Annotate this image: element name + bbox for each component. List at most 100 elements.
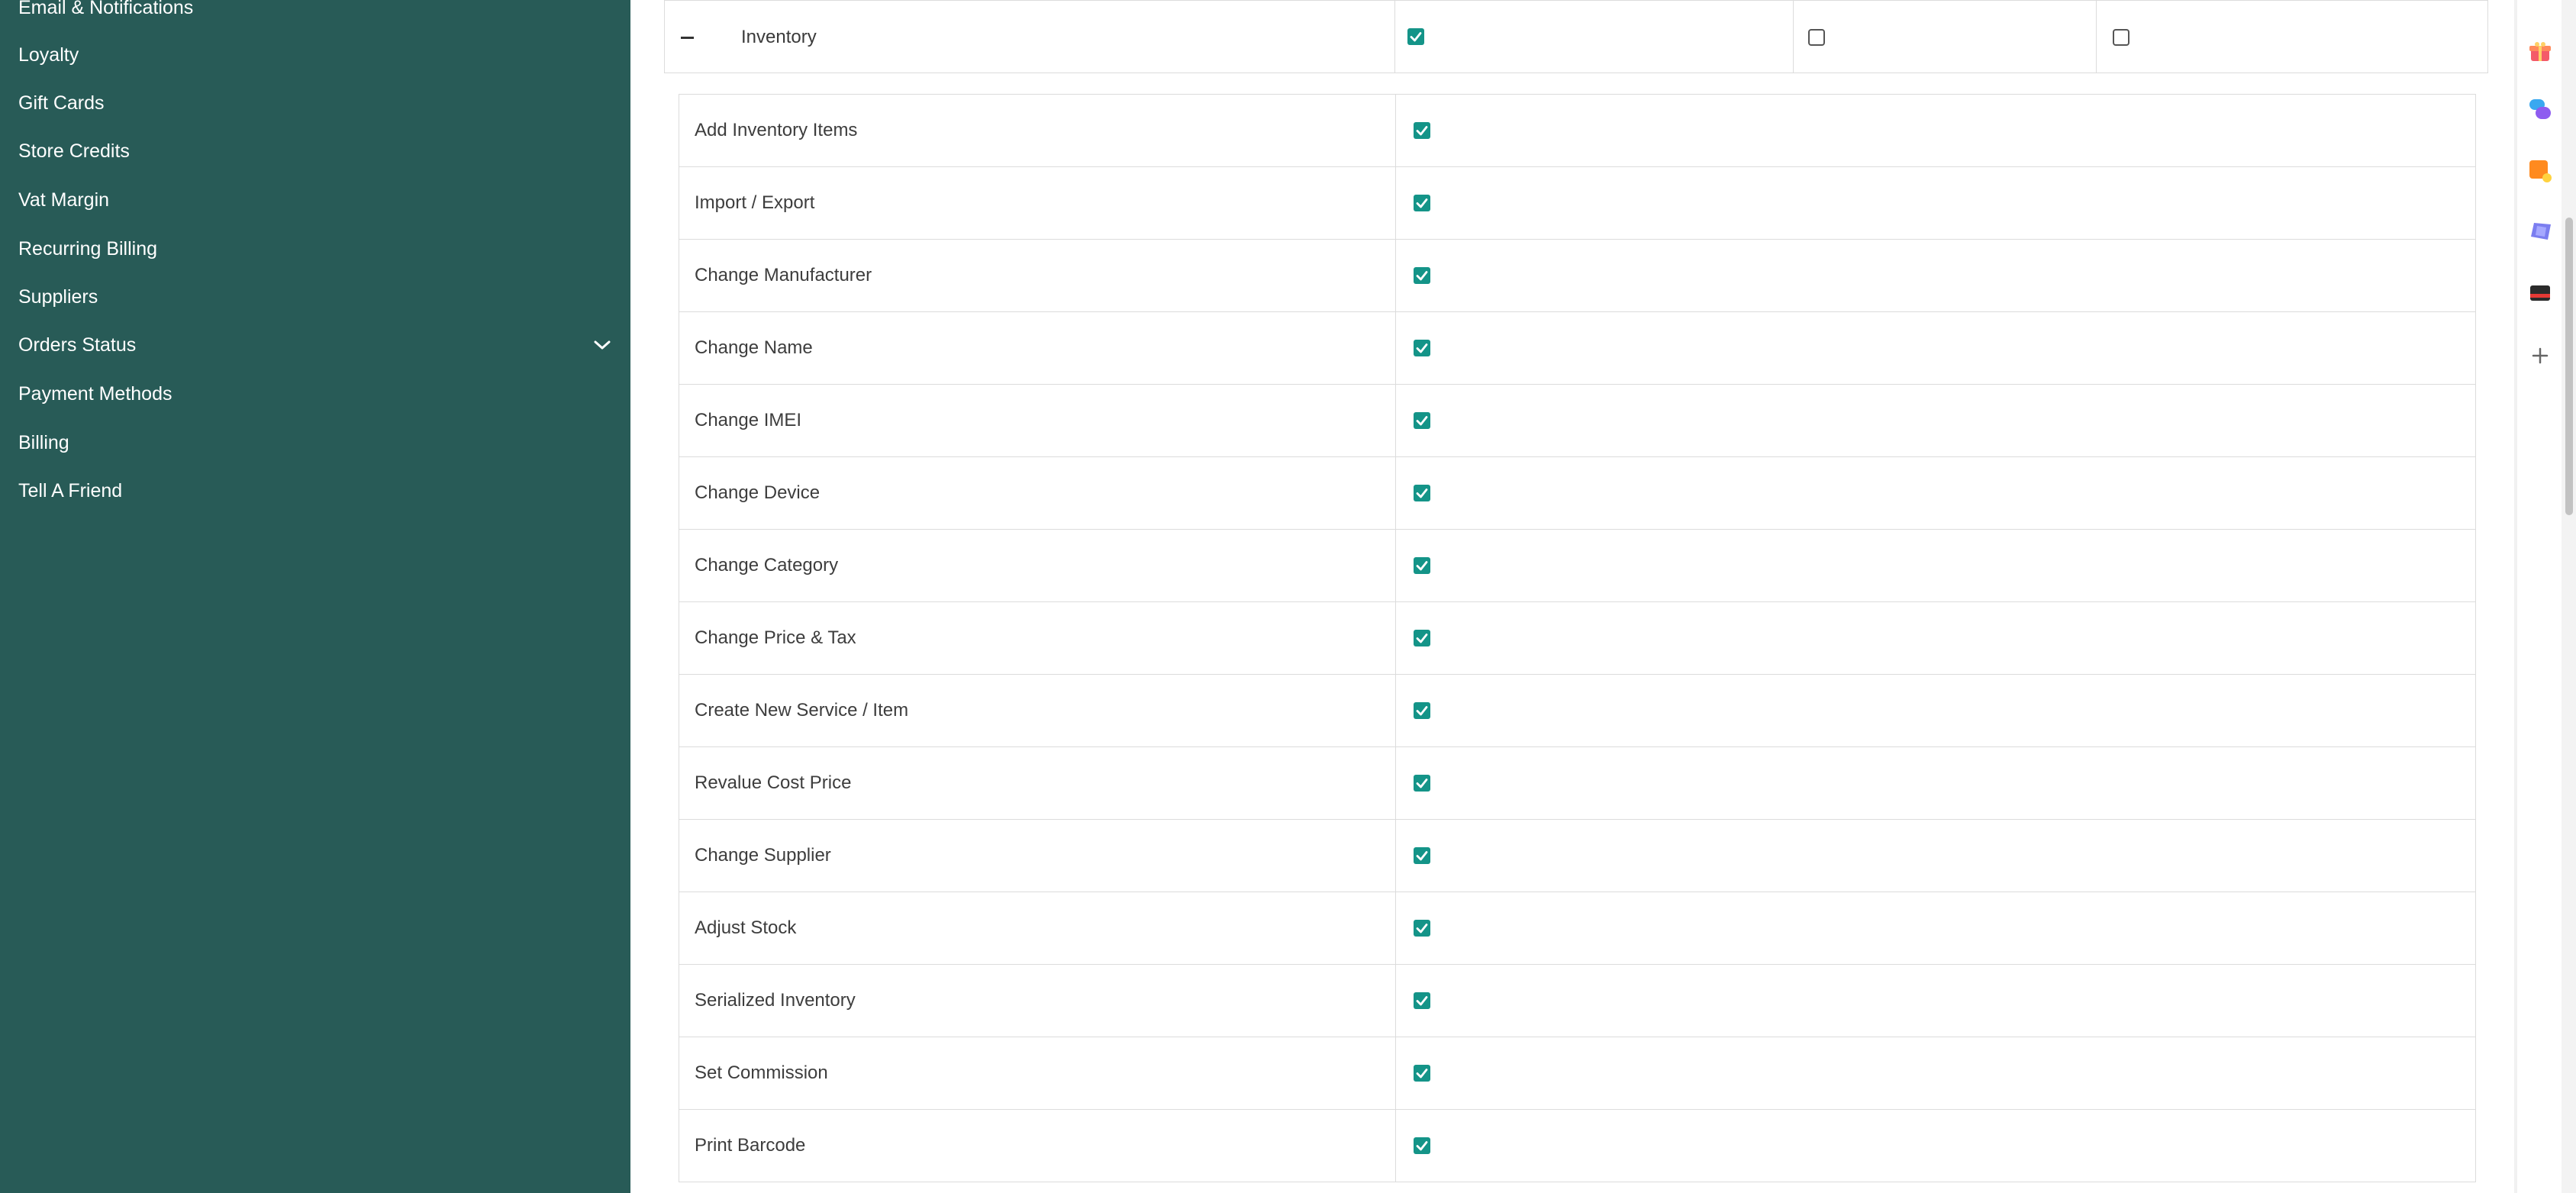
permission-label: Change Name [695,337,813,358]
sidebar-item-label: Payment Methods [18,383,172,405]
column-divider [1395,965,1396,1037]
permissions-panel: Inventory Add Inventory Items Import / Ex… [630,0,2514,1193]
column-divider [1395,312,1396,384]
sidebar-item-label: Gift Cards [18,92,105,114]
permission-checkbox[interactable] [1414,267,1430,284]
permission-label: Print Barcode [695,1135,806,1156]
sidebar-item-label: Suppliers [18,286,98,308]
column-divider [1793,1,1794,73]
table-row: Serialized Inventory [679,965,2475,1037]
sidebar-item-tell-a-friend[interactable]: Tell A Friend [18,468,614,514]
permission-label: Add Inventory Items [695,120,858,140]
card-icon[interactable] [2526,279,2554,307]
column-divider [1395,747,1396,819]
sidebar-item-label: Recurring Billing [18,238,158,260]
sidebar-item-billing[interactable]: Billing [18,420,614,466]
gift-icon[interactable] [2526,38,2554,66]
group-checkbox-column-1[interactable] [1407,28,1424,45]
column-divider [1395,240,1396,311]
sidebar-item-store-credits[interactable]: Store Credits [18,128,614,174]
chevron-down-icon[interactable] [591,322,614,368]
permission-checkbox[interactable] [1414,485,1430,501]
column-divider [1395,1110,1396,1182]
sidebar-item-label: Billing [18,432,69,453]
permission-label: Change Manufacturer [695,265,872,285]
column-divider [1395,95,1396,166]
sidebar-item-label: Orders Status [18,334,137,356]
permission-label: Serialized Inventory [695,990,856,1011]
permission-label: Import / Export [695,192,815,213]
permission-checkbox[interactable] [1414,412,1430,429]
table-row: Change IMEI [679,385,2475,457]
window-scrollbar-thumb[interactable] [2565,218,2573,515]
table-row: Set Commission [679,1037,2475,1110]
column-divider [1394,1,1395,73]
permission-checkbox[interactable] [1414,920,1430,937]
group-checkbox-column-3[interactable] [2113,29,2129,46]
sidebar-item-label: Vat Margin [18,189,110,211]
permissions-table: Add Inventory Items Import / Export Change… [679,94,2476,1182]
chat-bubbles-icon[interactable] [2526,96,2554,124]
note-icon[interactable] [2526,157,2554,185]
table-row: Change Category [679,530,2475,602]
permission-checkbox[interactable] [1414,992,1430,1009]
sidebar-item-loyalty[interactable]: Loyalty [18,32,614,78]
sidebar-item-label: Tell A Friend [18,480,123,501]
permission-label: Adjust Stock [695,917,797,938]
column-divider [1395,1037,1396,1109]
group-checkbox-column-2[interactable] [1808,29,1825,46]
table-row: Print Barcode [679,1110,2475,1182]
permission-label: Change IMEI [695,410,802,430]
sidebar-item-vat-margin[interactable]: Vat Margin [18,177,614,223]
sidebar-item-suppliers[interactable]: Suppliers [18,274,614,320]
column-divider [1395,530,1396,601]
column-divider [1395,385,1396,456]
permission-label: Change Category [695,555,839,576]
permission-checkbox[interactable] [1414,702,1430,719]
content-scrollbar[interactable] [2514,0,2517,1193]
table-row: Change Device [679,457,2475,530]
permission-checkbox[interactable] [1414,847,1430,864]
column-divider [1395,167,1396,239]
table-row: Change Name [679,312,2475,385]
table-row: Change Supplier [679,820,2475,892]
permission-checkbox[interactable] [1414,557,1430,574]
sidebar-item-payment-methods[interactable]: Payment Methods [18,371,614,417]
permission-group-row: Inventory [664,0,2488,73]
column-divider [1395,892,1396,964]
collapse-icon[interactable] [679,28,697,47]
table-row: Add Inventory Items [679,95,2475,167]
table-row: Adjust Stock [679,892,2475,965]
permission-checkbox[interactable] [1414,775,1430,792]
permission-label: Revalue Cost Price [695,772,852,793]
column-divider [1395,602,1396,674]
permission-label: Change Supplier [695,845,831,866]
window-scrollbar[interactable] [2561,0,2576,1193]
settings-sidebar: Email & Notifications Loyalty Gift Cards… [0,0,630,1193]
column-divider [2096,1,2097,73]
sidebar-item-email-notifications[interactable]: Email & Notifications [18,0,614,31]
permission-label: Create New Service / Item [695,700,909,721]
table-row: Change Manufacturer [679,240,2475,312]
shapes-icon[interactable] [2526,218,2554,246]
permission-checkbox[interactable] [1414,122,1430,139]
permission-checkbox[interactable] [1414,630,1430,646]
table-row: Change Price & Tax [679,602,2475,675]
table-row: Revalue Cost Price [679,747,2475,820]
permission-checkbox[interactable] [1414,1137,1430,1154]
sidebar-item-label: Store Credits [18,140,130,162]
sidebar-item-gift-cards[interactable]: Gift Cards [18,80,614,126]
permission-checkbox[interactable] [1414,195,1430,211]
plus-icon[interactable] [2526,342,2554,369]
permission-label: Change Device [695,482,821,503]
column-divider [1395,675,1396,746]
table-row: Import / Export [679,167,2475,240]
permission-group-label: Inventory [741,27,817,47]
sidebar-item-label: Email & Notifications [18,0,194,18]
sidebar-item-label: Loyalty [18,44,79,66]
permission-checkbox[interactable] [1414,1065,1430,1082]
column-divider [1395,820,1396,892]
sidebar-item-orders-status[interactable]: Orders Status [18,322,614,368]
sidebar-item-recurring-billing[interactable]: Recurring Billing [18,226,614,272]
permission-checkbox[interactable] [1414,340,1430,356]
